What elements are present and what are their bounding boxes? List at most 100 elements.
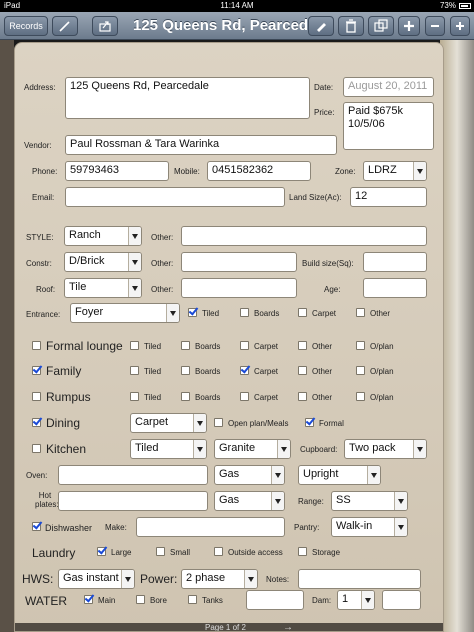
kitchen-bench-select[interactable]: Granite bbox=[214, 439, 291, 459]
entrance-select[interactable]: Foyer bbox=[70, 303, 180, 323]
age-field[interactable] bbox=[363, 278, 427, 298]
duplicate-button[interactable] bbox=[368, 16, 394, 36]
lounge-boards-label: Boards bbox=[195, 342, 221, 351]
address-field[interactable]: 125 Queens Rd, Pearcedale bbox=[65, 77, 310, 119]
power-select[interactable]: 2 phase bbox=[181, 569, 258, 589]
hot-plates-fuel-select[interactable]: Gas bbox=[214, 491, 285, 511]
oven-field[interactable] bbox=[58, 465, 208, 485]
lounge-oplan-checkbox[interactable] bbox=[356, 341, 365, 350]
share-icon bbox=[99, 21, 111, 32]
outside-access-label: Outside access bbox=[228, 548, 283, 557]
email-field[interactable] bbox=[65, 187, 285, 207]
clear-button[interactable] bbox=[308, 16, 334, 36]
open-plan-meals-checkbox[interactable] bbox=[214, 418, 223, 427]
dishwasher-checkbox[interactable] bbox=[32, 522, 41, 531]
dining-floor-select[interactable]: Carpet bbox=[130, 413, 207, 433]
next-record-button[interactable] bbox=[450, 16, 470, 36]
rumpus-other-checkbox[interactable] bbox=[298, 392, 307, 401]
rumpus-boards-checkbox[interactable] bbox=[181, 392, 190, 401]
pantry-value: Walk-in bbox=[336, 520, 373, 532]
family-other-checkbox[interactable] bbox=[298, 366, 307, 375]
family-boards-label: Boards bbox=[195, 367, 221, 376]
rumpus-carpet-checkbox[interactable] bbox=[240, 392, 249, 401]
family-tiled-checkbox[interactable] bbox=[130, 366, 139, 375]
lounge-tiled-checkbox[interactable] bbox=[130, 341, 139, 350]
water-main-checkbox[interactable] bbox=[84, 595, 93, 604]
lounge-boards-checkbox[interactable] bbox=[181, 341, 190, 350]
chevron-down-icon bbox=[128, 253, 141, 271]
tanks-field[interactable] bbox=[246, 590, 304, 610]
rumpus-label: Rumpus bbox=[46, 390, 91, 404]
style-select[interactable]: Ranch bbox=[64, 226, 142, 246]
hot-plates-label: Hot plates: bbox=[35, 491, 59, 509]
family-checkbox[interactable] bbox=[32, 366, 41, 375]
price-field[interactable]: Paid $675k 10/5/06 bbox=[343, 102, 434, 150]
dining-checkbox[interactable] bbox=[32, 418, 41, 427]
rumpus-tiled-checkbox[interactable] bbox=[130, 392, 139, 401]
laundry-large-checkbox[interactable] bbox=[97, 547, 106, 556]
laundry-small-checkbox[interactable] bbox=[156, 547, 165, 556]
kitchen-floor-value: Tiled bbox=[135, 442, 159, 454]
rumpus-oplan-label: O/plan bbox=[370, 393, 394, 402]
dishwasher-label: Dishwasher bbox=[45, 523, 93, 533]
notes-label: Notes: bbox=[266, 575, 290, 584]
email-label: Email: bbox=[32, 193, 55, 202]
family-boards-checkbox[interactable] bbox=[181, 366, 190, 375]
lounge-other-checkbox[interactable] bbox=[298, 341, 307, 350]
water-tanks-checkbox[interactable] bbox=[188, 595, 197, 604]
roof-other-field[interactable] bbox=[181, 278, 297, 298]
chevron-down-icon bbox=[413, 440, 426, 458]
build-size-field[interactable] bbox=[363, 252, 427, 272]
outside-access-checkbox[interactable] bbox=[214, 547, 223, 556]
records-button[interactable]: Records bbox=[4, 16, 48, 36]
add-record-button[interactable] bbox=[398, 16, 420, 36]
entrance-tiled-checkbox[interactable] bbox=[188, 308, 197, 317]
style-other-field[interactable] bbox=[181, 226, 427, 246]
edit-pen-button[interactable] bbox=[52, 16, 78, 36]
oven-fuel-select[interactable]: Gas bbox=[214, 465, 285, 485]
roof-select[interactable]: Tile bbox=[64, 278, 142, 298]
entrance-other-checkbox[interactable] bbox=[356, 308, 365, 317]
dam-size-field[interactable] bbox=[382, 590, 421, 610]
pen-icon bbox=[59, 21, 70, 32]
date-field[interactable]: August 20, 2011 bbox=[343, 77, 434, 97]
delete-button[interactable] bbox=[338, 16, 364, 36]
next-page-arrow-icon[interactable]: → bbox=[283, 622, 293, 631]
kitchen-floor-select[interactable]: Tiled bbox=[130, 439, 207, 459]
entrance-value: Foyer bbox=[75, 306, 104, 318]
rumpus-oplan-checkbox[interactable] bbox=[356, 392, 365, 401]
range-select[interactable]: SS bbox=[331, 491, 408, 511]
hws-select[interactable]: Gas instant bbox=[58, 569, 135, 589]
lounge-carpet-checkbox[interactable] bbox=[240, 341, 249, 350]
oven-type-select[interactable]: Upright bbox=[298, 465, 381, 485]
laundry-large-label: Large bbox=[111, 548, 132, 557]
formal-dining-checkbox[interactable] bbox=[305, 418, 314, 427]
kitchen-checkbox[interactable] bbox=[32, 444, 41, 453]
formal-lounge-checkbox[interactable] bbox=[32, 341, 41, 350]
dishwasher-make-field[interactable] bbox=[136, 517, 285, 537]
previous-record-button[interactable] bbox=[425, 16, 445, 36]
rumpus-checkbox[interactable] bbox=[32, 392, 41, 401]
hot-plates-field[interactable] bbox=[58, 491, 208, 511]
laundry-storage-checkbox[interactable] bbox=[298, 547, 307, 556]
pantry-select[interactable]: Walk-in bbox=[331, 517, 408, 537]
share-button[interactable] bbox=[92, 16, 118, 36]
rumpus-carpet-label: Carpet bbox=[254, 393, 279, 402]
vendor-field[interactable]: Paul Rossman & Tara Warinka bbox=[65, 135, 337, 155]
family-carpet-checkbox[interactable] bbox=[240, 366, 249, 375]
dam-select[interactable]: 1 bbox=[337, 590, 375, 610]
construction-other-field[interactable] bbox=[181, 252, 297, 272]
cupboard-select[interactable]: Two pack bbox=[344, 439, 427, 459]
water-bore-checkbox[interactable] bbox=[136, 595, 145, 604]
entrance-carpet-checkbox[interactable] bbox=[298, 308, 307, 317]
entrance-boards-checkbox[interactable] bbox=[240, 308, 249, 317]
construction-select[interactable]: D/Brick bbox=[64, 252, 142, 272]
land-size-field[interactable]: 12 bbox=[350, 187, 427, 207]
phone-field[interactable]: 59793463 bbox=[65, 161, 169, 181]
zone-select[interactable]: LDRZ bbox=[363, 161, 427, 181]
notes-field[interactable] bbox=[298, 569, 421, 589]
family-oplan-checkbox[interactable] bbox=[356, 366, 365, 375]
chevron-down-icon bbox=[193, 440, 206, 458]
battery-percent: 73% bbox=[439, 1, 456, 10]
mobile-field[interactable]: 0451582362 bbox=[207, 161, 311, 181]
